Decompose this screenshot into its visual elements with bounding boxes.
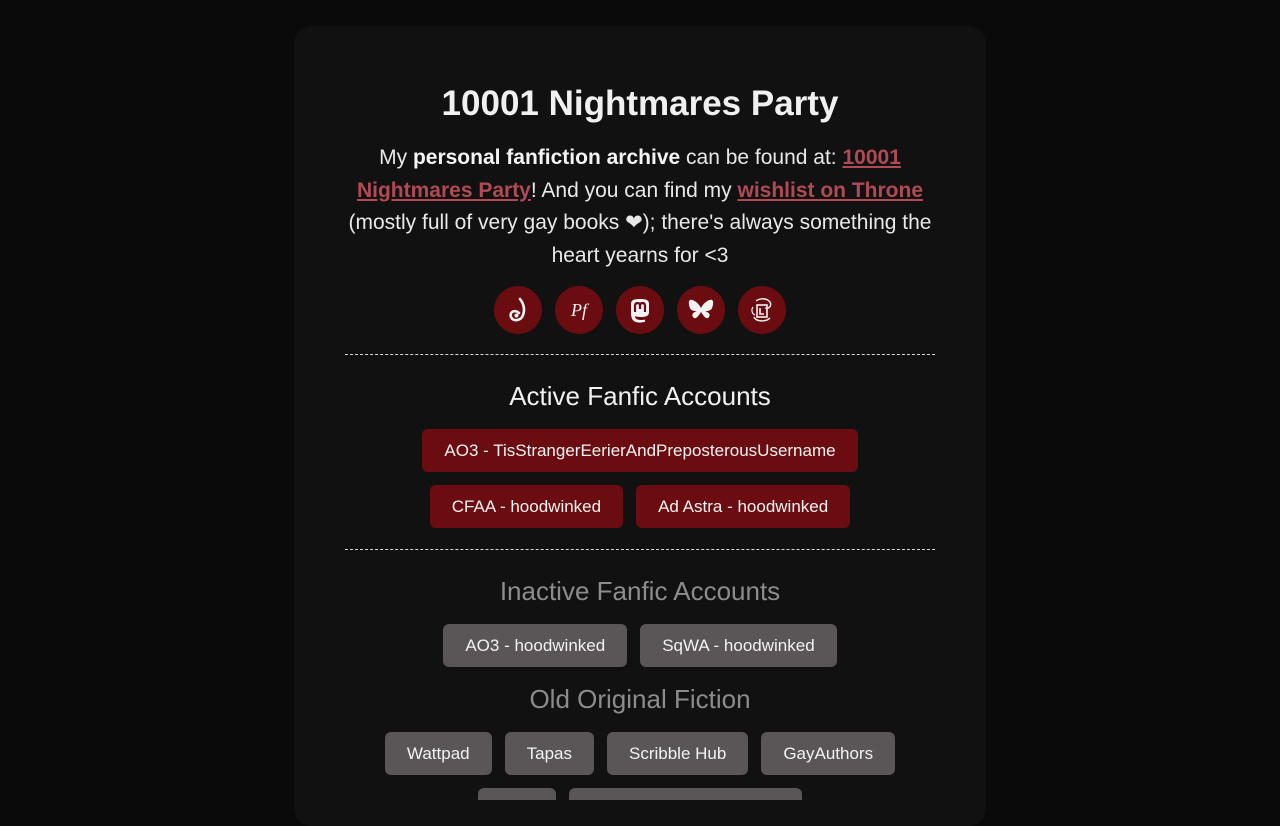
pillowfort-icon: Pf (570, 300, 590, 320)
ao3-inactive-button[interactable]: AO3 - hoodwinked (443, 624, 628, 667)
original-fiction-row-partial (0, 788, 1280, 800)
mastodon-link[interactable] (616, 286, 664, 334)
bluesky-icon (688, 299, 714, 319)
intro-bold-text: personal fanfiction archive (412, 146, 681, 169)
page-title: 10001 Nightmares Party (441, 84, 839, 123)
intro-text-part: (mostly full of very gay books ❤); there… (348, 211, 932, 267)
bluesky-link[interactable] (677, 286, 725, 334)
partial-button[interactable] (569, 788, 802, 800)
active-accounts-row: AO3 - TisStrangerEerierAndPreposterousUs… (0, 429, 1280, 472)
intro-text-part: can be found at: (680, 146, 843, 169)
scribble-hub-button[interactable]: Scribble Hub (606, 732, 749, 775)
ad-astra-button[interactable]: Ad Astra - hoodwinked (636, 485, 851, 528)
section-divider (345, 354, 935, 355)
svg-text:Pf: Pf (570, 300, 590, 320)
inactive-accounts-row: AO3 - hoodwinked SqWA - hoodwinked (0, 624, 1280, 667)
gayauthors-button[interactable]: GayAuthors (761, 732, 896, 775)
active-accounts-row: CFAA - hoodwinked Ad Astra - hoodwinked (0, 485, 1280, 528)
dreamwidth-icon (509, 297, 526, 322)
mastodon-icon (631, 299, 649, 323)
livejournal-icon (751, 298, 772, 322)
pillowfort-link[interactable]: Pf (555, 286, 603, 334)
inactive-accounts-title: Inactive Fanfic Accounts (499, 576, 781, 606)
tapas-button[interactable]: Tapas (504, 732, 594, 775)
social-links: Pf (0, 286, 1280, 334)
wattpad-button[interactable]: Wattpad (384, 732, 492, 775)
wishlist-link[interactable]: wishlist on Throne (738, 179, 924, 202)
original-fiction-row: Wattpad Tapas Scribble Hub GayAuthors (0, 732, 1280, 775)
livejournal-link[interactable] (738, 286, 786, 334)
intro-text-part: My (379, 146, 413, 169)
cfaa-button[interactable]: CFAA - hoodwinked (429, 485, 624, 528)
active-accounts-title: Active Fanfic Accounts (509, 381, 771, 411)
dreamwidth-link[interactable] (494, 286, 542, 334)
partial-button[interactable] (478, 788, 556, 800)
intro-text-part: ! And you can find my (530, 178, 738, 202)
section-divider (345, 549, 935, 550)
original-fiction-title: Old Original Fiction (529, 684, 751, 714)
ao3-active-button[interactable]: AO3 - TisStrangerEerierAndPreposterousUs… (422, 429, 858, 472)
sqwa-button[interactable]: SqWA - hoodwinked (640, 624, 837, 667)
intro-text: My personal fanfiction archive can be fo… (346, 142, 934, 272)
